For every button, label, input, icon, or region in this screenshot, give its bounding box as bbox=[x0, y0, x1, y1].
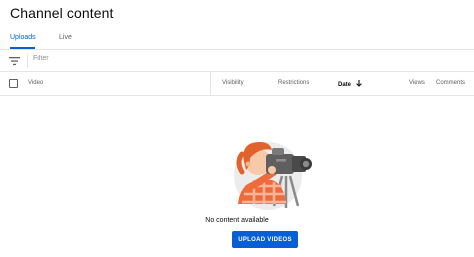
filter-input[interactable] bbox=[33, 55, 233, 62]
filter-bar bbox=[0, 50, 474, 72]
tab-uploads[interactable]: Uploads bbox=[10, 34, 36, 41]
column-restrictions[interactable]: Restrictions bbox=[278, 80, 309, 86]
column-comments[interactable]: Comments bbox=[436, 80, 465, 86]
filter-icon[interactable] bbox=[9, 56, 20, 66]
column-visibility[interactable]: Visibility bbox=[222, 80, 244, 86]
column-date[interactable]: Date bbox=[338, 80, 362, 88]
arrow-down-icon bbox=[355, 80, 362, 87]
column-views[interactable]: Views bbox=[409, 80, 425, 86]
table-header: Video Visibility Restrictions Date Views… bbox=[0, 72, 474, 96]
active-tab-indicator bbox=[10, 47, 35, 49]
column-divider bbox=[210, 72, 211, 96]
tab-bar: Uploads Live bbox=[0, 28, 474, 50]
upload-videos-button[interactable]: UPLOAD VIDEOS bbox=[232, 231, 298, 248]
filter-divider bbox=[27, 54, 28, 68]
tab-live[interactable]: Live bbox=[59, 34, 72, 41]
column-video: Video bbox=[28, 80, 44, 86]
empty-state-message: No content available bbox=[205, 217, 269, 224]
camera-operator-illustration bbox=[234, 142, 312, 210]
page-title: Channel content bbox=[10, 5, 114, 21]
select-all-checkbox[interactable] bbox=[9, 79, 18, 88]
column-date-label: Date bbox=[338, 82, 352, 88]
